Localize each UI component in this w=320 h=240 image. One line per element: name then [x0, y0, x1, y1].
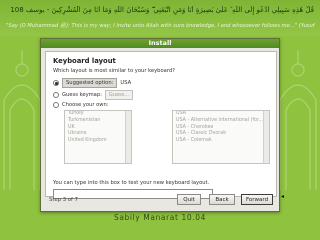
back-button[interactable]: Back: [209, 194, 235, 205]
test-prompt: You can type into this box to test your …: [53, 180, 210, 186]
variant-item[interactable]: USA - Alternative international (for...: [173, 118, 269, 125]
country-list-scrollbar[interactable]: [125, 111, 131, 163]
suggested-option-label[interactable]: Suggested option:: [62, 78, 118, 88]
quran-verse-translation: "Say (O Muhammad ﷺ): This is my way; I i…: [6, 23, 316, 29]
layout-question: Which layout is most similar to your key…: [53, 68, 175, 74]
installer-window: Install Keyboard layout Which layout is …: [40, 38, 280, 212]
variant-item[interactable]: USA - Colemak: [173, 138, 269, 145]
variant-list-scrollbar[interactable]: [263, 111, 269, 163]
choose-own-radio[interactable]: [53, 102, 59, 108]
quran-verse-arabic: قُلْ هَٰذِهِ سَبِيلِي أَدْعُو إِلَى اللَ…: [10, 6, 314, 14]
variant-list[interactable]: USA USA - Alternative international (for…: [172, 110, 270, 164]
guess-keymap-radio[interactable]: [53, 92, 59, 98]
page-title: Keyboard layout: [53, 57, 116, 65]
distro-name: Sabily Manarat 10.04: [114, 213, 206, 222]
choose-own-label[interactable]: Choose your own:: [62, 102, 109, 108]
forward-button[interactable]: Forward: [241, 194, 273, 205]
guess-keymap-button[interactable]: Guess...: [104, 90, 134, 100]
mosque-pattern-right: [279, 50, 317, 190]
country-list[interactable]: Turkey Turkmenistan UK Ukraine United Ki…: [64, 110, 132, 164]
quit-button[interactable]: Quit: [177, 194, 201, 205]
step-indicator: Step 3 of 7: [49, 197, 78, 203]
mouse-cursor-icon: ◂: [281, 193, 285, 200]
suggested-option-row[interactable]: Suggested option: USA: [53, 78, 131, 88]
guess-keymap-label[interactable]: Guess keymap:: [62, 92, 102, 98]
suggested-option-value: USA: [120, 80, 132, 86]
variant-item[interactable]: USA: [173, 111, 269, 118]
guess-keymap-row[interactable]: Guess keymap: Guess...: [53, 90, 134, 100]
suggested-option-radio[interactable]: [53, 80, 59, 86]
country-item[interactable]: Turkey: [65, 111, 131, 118]
choose-own-row[interactable]: Choose your own:: [53, 102, 109, 108]
window-title: Install: [41, 39, 279, 48]
country-item[interactable]: United Kingdom: [65, 138, 131, 145]
country-item[interactable]: Turkmenistan: [65, 118, 131, 125]
content-panel: Keyboard layout Which layout is most sim…: [45, 51, 277, 199]
mosque-pattern-left: [3, 50, 41, 190]
